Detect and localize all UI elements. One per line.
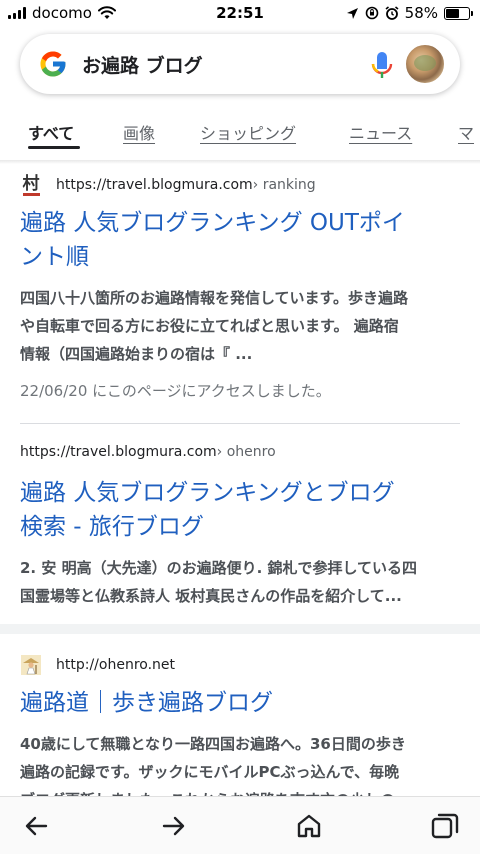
section-separator	[0, 624, 480, 634]
back-arrow-icon[interactable]	[22, 811, 52, 841]
snippet-line: 2. 安 明高（大先達）のお遍路便り. 錦札で参拝している四	[20, 559, 418, 577]
result-source[interactable]: 村 https://travel.blogmura.com › ranking	[20, 174, 460, 196]
result-url: http://ohenro.net	[56, 657, 176, 673]
blogmura-favicon: 村	[20, 174, 42, 196]
active-tab-indicator	[28, 146, 80, 149]
result-title-link[interactable]: 遍路道｜歩き遍路ブログ	[20, 686, 460, 720]
battery-fill	[446, 8, 459, 18]
result-snippet: 四国八十八箇所のお遍路情報を発信しています。歩き遍路 や自転車で回る方にお役に立…	[20, 284, 460, 368]
snippet-line: 情報（四国遍路始まりの宿は『 ...	[20, 345, 253, 363]
pilgrim-icon	[21, 655, 41, 675]
forward-arrow-icon[interactable]	[158, 811, 188, 841]
tabs-shadow	[0, 160, 480, 164]
google-g-icon	[40, 51, 66, 77]
snippet-line: 四国八十八箇所のお遍路情報を発信しています。歩き遍路	[20, 289, 409, 307]
result-title-line: ント順	[20, 244, 89, 270]
result-url: https://travel.blogmura.com	[56, 177, 253, 193]
result-snippet: 2. 安 明高（大先達）のお遍路便り. 錦札で参拝している四 国霊場等と仏教系詩…	[20, 554, 460, 610]
alarm-icon	[385, 6, 399, 20]
search-result: 村 https://travel.blogmura.com › ranking …	[20, 174, 460, 401]
favicon-glyph: 村	[22, 173, 40, 196]
ohenro-favicon	[20, 654, 42, 676]
tabs-icon[interactable]	[430, 811, 460, 841]
result-breadcrumb: › ranking	[252, 177, 316, 193]
rotation-lock-icon	[365, 6, 378, 20]
search-tabs: すべて 画像 ショッピング ニュース マ	[0, 116, 480, 160]
search-query[interactable]: お遍路 ブログ	[82, 51, 203, 78]
search-result: http://ohenro.net 遍路道｜歩き遍路ブログ 40歳にして無職とな…	[20, 654, 460, 814]
mic-icon[interactable]	[370, 50, 394, 80]
home-icon[interactable]	[294, 811, 324, 841]
location-arrow-icon	[346, 7, 358, 19]
result-title-line: 遍路 人気ブログランキングとブログ	[20, 480, 395, 506]
status-right: 58%	[346, 4, 473, 22]
visited-note: 22/06/20 にこのページにアクセスしました。	[20, 382, 331, 400]
snippet-line: 国霊場等と仏教系詩人 坂村真民さんの作品を紹介して...	[20, 587, 402, 605]
result-title-line: 遍路 人気ブログランキング OUTポイ	[20, 210, 405, 236]
tab-news[interactable]: ニュース	[349, 120, 412, 144]
snippet-line: や自転車で回る方にお役に立てればと思います。 遍路宿	[20, 317, 399, 335]
result-source[interactable]: https://travel.blogmura.com › ohenro	[20, 444, 460, 460]
status-bar: docomo 22:51 58%	[0, 0, 480, 28]
tab-maps[interactable]: マ	[458, 120, 474, 144]
tab-images[interactable]: 画像	[123, 120, 155, 144]
bottom-nav	[0, 796, 480, 854]
avatar[interactable]	[404, 43, 446, 85]
result-title-line: 検索 - 旅行ブログ	[20, 514, 204, 540]
result-source[interactable]: http://ohenro.net	[20, 654, 460, 676]
result-title-link[interactable]: 遍路 人気ブログランキング OUTポイ ント順	[20, 206, 460, 274]
divider	[20, 423, 460, 424]
result-url: https://travel.blogmura.com	[20, 444, 217, 460]
tab-all[interactable]: すべて	[28, 120, 74, 144]
snippet-line: 40歳にして無職となり一路四国お遍路へ。36日間の歩き	[20, 735, 406, 753]
result-title-link[interactable]: 遍路 人気ブログランキングとブログ 検索 - 旅行ブログ	[20, 476, 460, 544]
result-title-line: 遍路道｜歩き遍路ブログ	[20, 690, 273, 716]
search-result: https://travel.blogmura.com › ohenro 遍路 …	[20, 444, 460, 610]
result-breadcrumb: › ohenro	[216, 444, 276, 460]
search-box[interactable]: お遍路 ブログ	[20, 34, 460, 94]
tab-shopping[interactable]: ショッピング	[200, 120, 296, 144]
battery-icon	[444, 6, 473, 20]
battery-percent: 58%	[404, 4, 438, 22]
snippet-line: 遍路の記録です。ザックにモバイルPCぶっ込んで、毎晩	[20, 763, 400, 781]
